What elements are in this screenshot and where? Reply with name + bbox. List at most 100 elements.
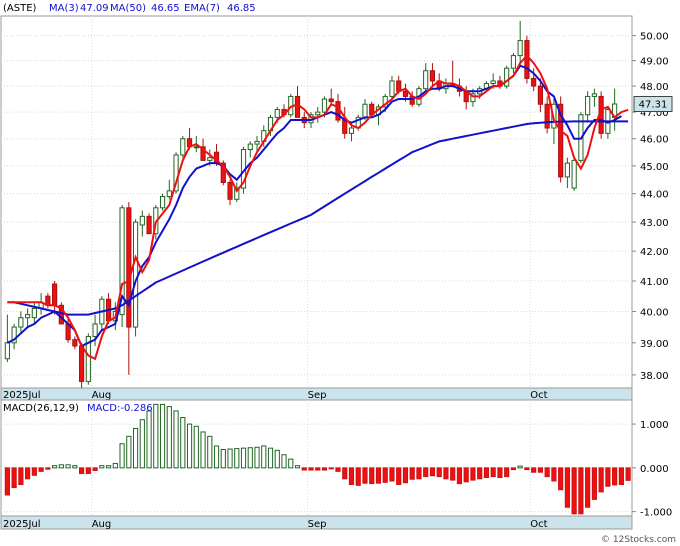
price-y-tick-label: 49.00 [640, 57, 669, 68]
macd-bar [45, 467, 51, 470]
price-y-tick-label: 45.00 [640, 162, 669, 173]
macd-bar [571, 467, 577, 515]
candle-body [132, 221, 139, 328]
candle-body [544, 103, 550, 129]
macd-bar [234, 448, 240, 469]
last-price-label: 47.31 [639, 100, 668, 111]
candle-body [504, 67, 510, 87]
candle [180, 136, 186, 158]
macd-bar [497, 467, 503, 478]
macd-bar [463, 467, 469, 483]
candle-body [126, 207, 132, 328]
ma3-legend-value: 47.09 [80, 3, 109, 14]
candle-body [571, 159, 577, 189]
macd-bar [18, 467, 24, 485]
macd-bar [537, 467, 543, 473]
macd-bar [159, 403, 166, 469]
macd-bar [564, 467, 570, 508]
macd-bar [193, 425, 199, 469]
macd-bar [625, 467, 631, 481]
stock-chart: 50.0049.0048.0047.0046.0045.0044.0043.00… [0, 3, 676, 545]
macd-bar [598, 467, 604, 493]
price-header: (ASTE) MA(3) 47.09 MA(50) 46.65 EMA(7) 4… [3, 3, 256, 14]
ema7-legend-value: 46.85 [227, 3, 256, 14]
macd-bar [342, 467, 348, 480]
price-y-tick-label: 46.00 [640, 135, 669, 146]
macd-y-tick-label: 0.000 [640, 464, 669, 475]
candle-body [348, 127, 355, 134]
price-y-axis-labels: 50.0049.0048.0047.0046.0045.0044.0043.00… [640, 32, 669, 382]
candle-body [429, 70, 436, 82]
macd-bar [450, 467, 456, 481]
macd-bar [369, 467, 375, 485]
candle-body [517, 40, 523, 57]
candle [524, 35, 530, 84]
last-price-marker: 47.31 [633, 96, 673, 112]
macd-bar [146, 410, 152, 469]
ticker-label: (ASTE) [3, 3, 37, 14]
candle-body [315, 111, 321, 116]
macd-bar [477, 467, 483, 480]
macd-bar [267, 447, 274, 469]
candle-body [342, 119, 348, 134]
macd-bar [65, 464, 71, 469]
macd-bar [79, 467, 85, 475]
macd-bar [173, 410, 179, 469]
macd-bar [281, 454, 287, 469]
macd-bar [85, 467, 91, 475]
macd-bar [274, 449, 280, 469]
macd-bar [321, 467, 328, 471]
macd-bar [423, 467, 429, 478]
macd-bar [456, 467, 463, 485]
price-x-label: Sep [308, 390, 327, 401]
macd-bar [4, 467, 10, 496]
macd-x-label: Sep [308, 519, 327, 530]
candle-body [18, 317, 24, 328]
candle-body [490, 80, 496, 85]
price-y-tick-label: 48.00 [640, 82, 669, 93]
macd-bar [335, 467, 341, 472]
candle [159, 193, 166, 211]
macd-bar [247, 447, 253, 469]
macd-bar [213, 445, 220, 469]
candle-body [180, 138, 186, 156]
price-y-tick-label: 40.00 [640, 308, 669, 319]
macd-bar [389, 467, 395, 482]
macd-bar [578, 467, 584, 515]
price-x-label: 2025Jul [3, 390, 41, 401]
macd-x-label: Oct [530, 519, 547, 530]
macd-bar [261, 445, 267, 469]
macd-bar [551, 467, 557, 482]
macd-bar [443, 467, 449, 480]
macd-bar [52, 465, 58, 469]
macd-bar [531, 467, 537, 473]
candle-body [564, 162, 570, 178]
macd-bar [348, 467, 355, 485]
macd-bar [254, 446, 260, 469]
candle [119, 204, 125, 328]
macd-panel-background [0, 399, 633, 517]
price-y-tick-label: 43.00 [640, 218, 669, 229]
macd-bar [132, 427, 139, 469]
candle-body [207, 157, 213, 161]
macd-bar [288, 458, 294, 469]
candle-body [328, 98, 334, 103]
macd-bar [605, 467, 611, 487]
macd-bar [240, 447, 247, 469]
candle-body [510, 55, 517, 69]
candle-body [166, 190, 172, 197]
candle-body [159, 195, 166, 209]
candle-body [389, 80, 395, 97]
macd-bar [591, 467, 597, 500]
macd-bar [585, 467, 591, 508]
macd-y-axis-labels: 1.000 0.000 -1.000 [640, 420, 672, 519]
candle-body [524, 40, 530, 79]
macd-bar [416, 467, 422, 480]
candle-body [146, 215, 152, 235]
macd-bar [402, 467, 409, 484]
macd-bar [166, 406, 172, 469]
candle-body [139, 215, 145, 226]
macd-bar [139, 419, 145, 469]
macd-x-label: Aug [92, 519, 112, 530]
candle-body [193, 146, 199, 149]
